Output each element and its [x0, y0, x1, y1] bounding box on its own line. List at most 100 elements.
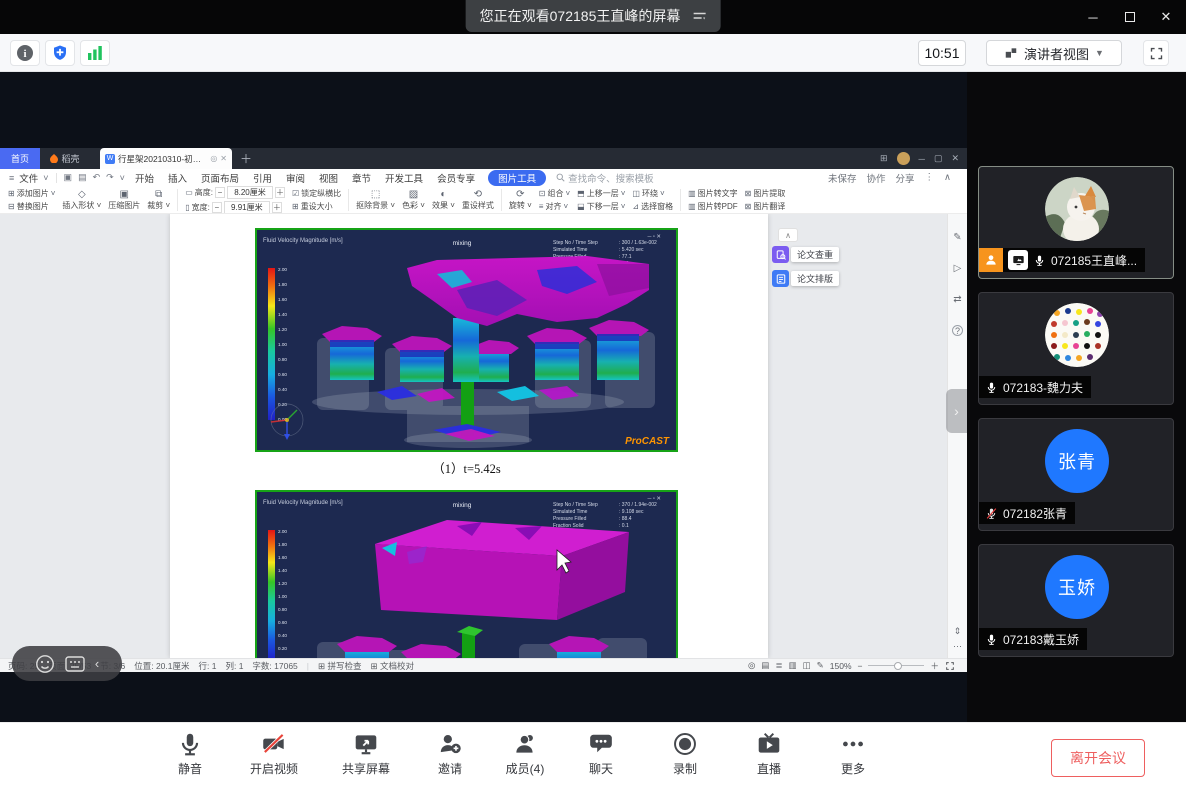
write-mode-icon[interactable]: ✎	[817, 660, 824, 671]
live-button[interactable]: 直播	[737, 731, 801, 777]
annotation-keyboard-icon[interactable]	[65, 656, 85, 672]
wps-minimize-icon[interactable]: ─	[919, 154, 925, 164]
eye-protect-icon[interactable]: ◎	[748, 660, 755, 671]
collapse-ribbon-icon[interactable]: ∧	[944, 172, 951, 183]
share-screen-button[interactable]: 共享屏幕	[334, 731, 398, 777]
collapse-reactions-icon[interactable]: ‹	[95, 656, 99, 671]
collapse-side-tools-button[interactable]: ∧	[778, 228, 798, 242]
menu-review[interactable]: 审阅	[279, 171, 312, 185]
new-tab-button[interactable]: ＋	[240, 148, 252, 169]
web-view-icon[interactable]: ◫	[803, 660, 811, 671]
close-tab-icon[interactable]: ✕	[220, 154, 227, 163]
proofread-toggle[interactable]: ⊞ 文档校对	[371, 660, 415, 672]
menu-view[interactable]: 视图	[312, 171, 345, 185]
reset-size-button[interactable]: ⊞重设大小	[292, 201, 341, 212]
insert-shape-button[interactable]: ◇插入形状 ˅	[62, 189, 101, 211]
effect-button[interactable]: ◐效果 ˅	[432, 189, 455, 211]
adjust-settings-icon[interactable]: ⇄	[953, 294, 961, 305]
quickbar-caret-icon[interactable]: ˅	[117, 173, 128, 183]
zoom-in-button[interactable]: ＋	[930, 660, 939, 672]
height-plus[interactable]: ＋	[275, 187, 285, 198]
hamburger-icon[interactable]: ≡	[6, 173, 17, 183]
fit-fullscreen-icon[interactable]	[945, 661, 955, 671]
sidebar-collapse-handle[interactable]: ›	[946, 389, 967, 433]
zoom-slider[interactable]	[868, 665, 924, 666]
start-video-button[interactable]: 开启视频	[242, 731, 306, 777]
select-cursor-icon[interactable]: ▷	[954, 263, 962, 274]
outline-view-icon[interactable]: ≣	[775, 660, 782, 671]
meeting-info-icon[interactable]: i	[10, 40, 40, 66]
rotate-button[interactable]: ⟳旋转 ˅	[509, 189, 532, 211]
wps-tab-docer[interactable]: 稻壳	[40, 148, 90, 169]
pic-to-pdf-button[interactable]: ▥图片转PDF	[688, 201, 738, 212]
fullscreen-icon[interactable]	[1143, 40, 1169, 66]
more-menu-icon[interactable]: ⋮	[925, 172, 935, 183]
save-icon[interactable]: ▣	[61, 172, 76, 183]
help-icon[interactable]: ?	[952, 325, 963, 336]
menu-page-layout[interactable]: 页面布局	[194, 171, 246, 185]
participant-tile[interactable]: 072183-魏力夫	[978, 292, 1174, 405]
members-button[interactable]: 成员(4)	[493, 731, 557, 777]
command-search[interactable]: 查找命令、搜索模板	[556, 171, 654, 185]
width-minus[interactable]: −	[212, 202, 222, 213]
picture-tools-tab[interactable]: 图片工具	[488, 170, 546, 186]
pic-extract-button[interactable]: ⊠图片提取	[745, 188, 786, 199]
participant-tile-presenter[interactable]: 072185王直峰...	[978, 166, 1174, 279]
undo-icon[interactable]: ↶	[90, 172, 104, 183]
invite-button[interactable]: 邀请	[418, 731, 482, 777]
share-button[interactable]: 分享	[896, 171, 915, 185]
compress-picture-button[interactable]: ▣压缩图片	[108, 189, 140, 211]
selection-pane-button[interactable]: ⊿选择窗格	[632, 201, 673, 212]
align-button[interactable]: ≡对齐˅	[539, 201, 570, 212]
pin-tab-icon[interactable]: ◎	[210, 154, 217, 163]
zoom-out-button[interactable]: −	[858, 661, 863, 671]
minimize-button[interactable]: ─	[1080, 6, 1106, 28]
height-value[interactable]: 8.20厘米	[227, 186, 273, 199]
menu-start[interactable]: 开始	[128, 171, 161, 185]
collab-button[interactable]: 协作	[867, 171, 886, 185]
wps-close-icon[interactable]: ✕	[951, 153, 959, 164]
pic-to-text-button[interactable]: ▥图片转文字	[688, 188, 738, 199]
height-minus[interactable]: −	[215, 187, 225, 198]
menu-insert[interactable]: 插入	[161, 171, 194, 185]
menu-dev-tools[interactable]: 开发工具	[378, 171, 430, 185]
menu-file[interactable]: 文件	[17, 171, 40, 185]
leave-meeting-button[interactable]: 离开会议	[1051, 739, 1145, 777]
wrap-button[interactable]: ◫环绕˅	[632, 188, 673, 199]
emoji-smiley-icon[interactable]	[35, 654, 55, 674]
record-button[interactable]: 录制	[653, 731, 717, 777]
lock-aspect-checkbox[interactable]: ☑锁定纵横比	[292, 188, 341, 199]
procast-simulation-image-2[interactable]: Fluid Velocity Magnitude [m/s] mixing ─ …	[255, 490, 678, 658]
more-button[interactable]: 更多	[821, 731, 885, 777]
file-caret-icon[interactable]: ˅	[40, 173, 51, 183]
wps-tab-document[interactable]: W 行星架20210310-初稿.docx ◎ ✕	[100, 148, 232, 169]
height-stepper[interactable]: ▭高度: − 8.20厘米 ＋	[185, 186, 285, 199]
reset-style-button[interactable]: ⟲重设样式	[462, 189, 494, 211]
wps-user-avatar[interactable]	[897, 152, 910, 165]
mute-button[interactable]: 静音	[158, 731, 222, 777]
menu-member[interactable]: 会员专享	[430, 171, 482, 185]
participant-tile[interactable]: 玉娇 072183戴玉娇	[978, 544, 1174, 657]
wps-restore-icon[interactable]: ▢	[934, 153, 943, 164]
color-button[interactable]: ▨色彩 ˅	[402, 189, 425, 211]
width-plus[interactable]: ＋	[272, 202, 282, 213]
print-icon[interactable]: ▤	[75, 172, 90, 183]
redo-icon[interactable]: ↷	[103, 172, 117, 183]
network-signal-icon[interactable]	[80, 40, 110, 66]
menu-references[interactable]: 引用	[246, 171, 279, 185]
crop-button[interactable]: ⧉裁剪 ˅	[147, 189, 170, 211]
wps-tab-home[interactable]: 首页	[0, 148, 40, 169]
apps-grid-icon[interactable]: ⊞	[880, 153, 888, 164]
meeting-menu-icon[interactable]	[692, 10, 706, 22]
spellcheck-toggle[interactable]: ⊞ 拼写检查	[318, 660, 362, 672]
maximize-button[interactable]	[1117, 6, 1143, 28]
group-button[interactable]: ⊡组合˅	[539, 188, 570, 199]
bring-forward-button[interactable]: ⬒上移一层˅	[577, 188, 625, 199]
paper-layout-tool[interactable]: 论文排版	[772, 270, 839, 287]
paper-check-tool[interactable]: 论文查重	[772, 246, 839, 263]
page-view-icon[interactable]: ▤	[761, 660, 769, 671]
annotate-pen-icon[interactable]: ✎	[953, 232, 961, 243]
security-shield-icon[interactable]	[45, 40, 75, 66]
chat-button[interactable]: 聊天	[569, 731, 633, 777]
read-view-icon[interactable]: ▥	[789, 660, 797, 671]
